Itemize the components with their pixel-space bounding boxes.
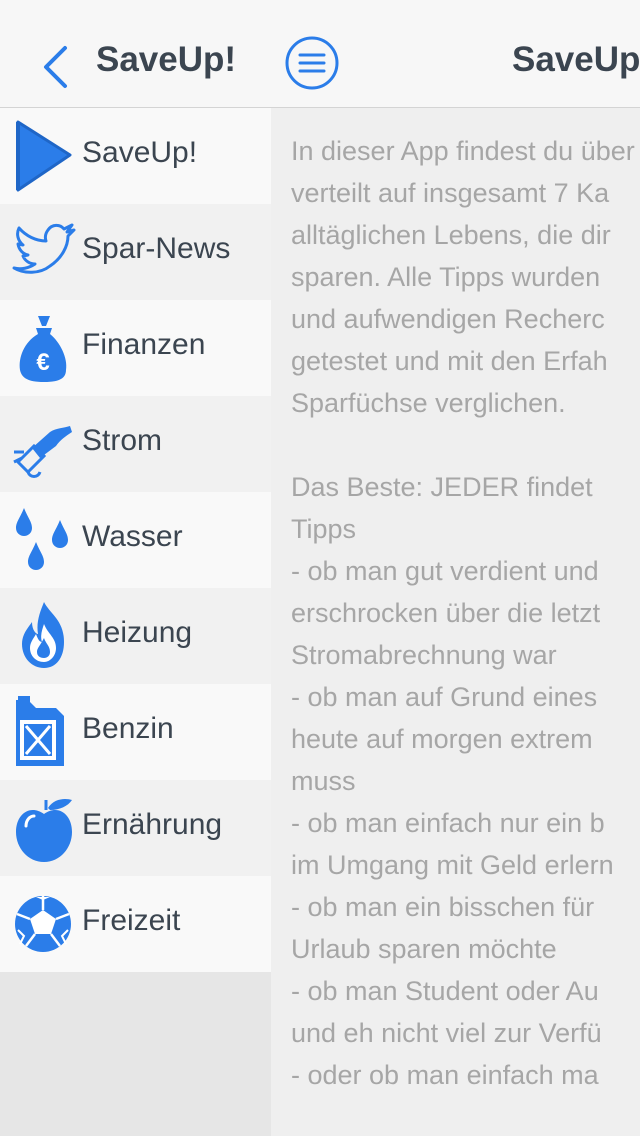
- menu-item-label: Strom: [82, 424, 163, 457]
- text-line: und aufwendigen Recherc: [291, 304, 605, 334]
- text-line: heute auf morgen extrem: [291, 724, 593, 754]
- text-line: muss: [291, 766, 356, 796]
- menu-item-label: Heizung: [82, 616, 193, 649]
- text-line: [291, 424, 640, 466]
- sidebar-title: SaveUp!: [96, 40, 237, 79]
- menu-item-label: Wasser: [82, 520, 183, 553]
- text-line: Sparfüchse verglichen.: [291, 388, 566, 418]
- text-line: Tipps: [291, 514, 357, 544]
- menu-item-label: Ernährung: [82, 808, 223, 841]
- text-line: - ob man auf Grund eines: [291, 682, 598, 712]
- menu-item-label: SaveUp!: [82, 136, 198, 169]
- menu-item-wasser[interactable]: Wasser: [0, 492, 271, 588]
- text-line: Stromabrechnung war: [291, 640, 557, 670]
- text-line: In dieser App findest du über: [291, 136, 635, 166]
- main-panel: SaveUp! In dieser App findest du über ve…: [271, 0, 640, 1136]
- category-menu: SaveUp! Spar-News € Finanzen Strom Wasse…: [0, 108, 271, 972]
- menu-item-finanzen[interactable]: € Finanzen: [0, 300, 271, 396]
- text-line: - ob man ein bisschen für: [291, 892, 595, 922]
- text-line: - oder ob man einfach ma: [291, 1060, 599, 1090]
- text-line: - ob man gut verdient und: [291, 556, 599, 586]
- text-line: Das Beste: JEDER findet: [291, 472, 593, 502]
- hamburger-menu-button[interactable]: [285, 36, 339, 90]
- text-line: sparen. Alle Tipps wurden: [291, 262, 601, 292]
- text-line: Urlaub sparen möchte: [291, 934, 557, 964]
- bird-icon: [12, 223, 76, 274]
- menu-item-ernaehrung[interactable]: Ernährung: [0, 780, 271, 876]
- menu-item-label: Benzin: [82, 712, 174, 745]
- menu-item-strom[interactable]: Strom: [0, 396, 271, 492]
- text-line: im Umgang mit Geld erlern: [291, 850, 614, 880]
- menu-item-benzin[interactable]: Benzin: [0, 684, 271, 780]
- menu-item-label: Spar-News: [82, 232, 231, 265]
- play-icon: [16, 120, 72, 192]
- text-line: - ob man Student oder Au: [291, 976, 599, 1006]
- back-button[interactable]: [38, 42, 78, 92]
- flame-icon: [22, 602, 64, 668]
- menu-item-freizeit[interactable]: Freizeit: [0, 876, 271, 972]
- menu-item-spar-news[interactable]: Spar-News: [0, 204, 271, 300]
- soccer-ball-icon: [15, 896, 71, 952]
- sidebar: SaveUp! SaveUp! Spar-News € Finanzen Str…: [0, 0, 271, 1136]
- main-header: SaveUp!: [271, 0, 640, 108]
- text-line: erschrocken über die letzt: [291, 598, 601, 628]
- sidebar-header: SaveUp!: [0, 0, 271, 108]
- apple-icon: [16, 798, 72, 862]
- text-line: und eh nicht viel zur Verfü: [291, 1018, 602, 1048]
- page-title: SaveUp!: [512, 40, 640, 79]
- svg-text:€: €: [36, 349, 49, 376]
- intro-text: In dieser App findest du über verteilt a…: [291, 130, 640, 1096]
- menu-item-label: Finanzen: [82, 328, 206, 361]
- money-bag-icon: €: [19, 316, 67, 382]
- text-line: - ob man einfach nur ein b: [291, 808, 605, 838]
- text-line: verteilt auf insgesamt 7 Ka: [291, 178, 610, 208]
- fuel-can-icon: [16, 696, 64, 766]
- plug-icon: [13, 426, 72, 478]
- menu-item-heizung[interactable]: Heizung: [0, 588, 271, 684]
- hamburger-menu-icon: [285, 36, 339, 90]
- menu-item-saveup[interactable]: SaveUp!: [0, 108, 271, 204]
- menu-item-label: Freizeit: [82, 904, 181, 937]
- chevron-left-icon: [44, 46, 67, 88]
- text-line: alltäglichen Lebens, die dir: [291, 220, 611, 250]
- text-line: getestet und mit den Erfah: [291, 346, 608, 376]
- water-drops-icon: [16, 508, 68, 570]
